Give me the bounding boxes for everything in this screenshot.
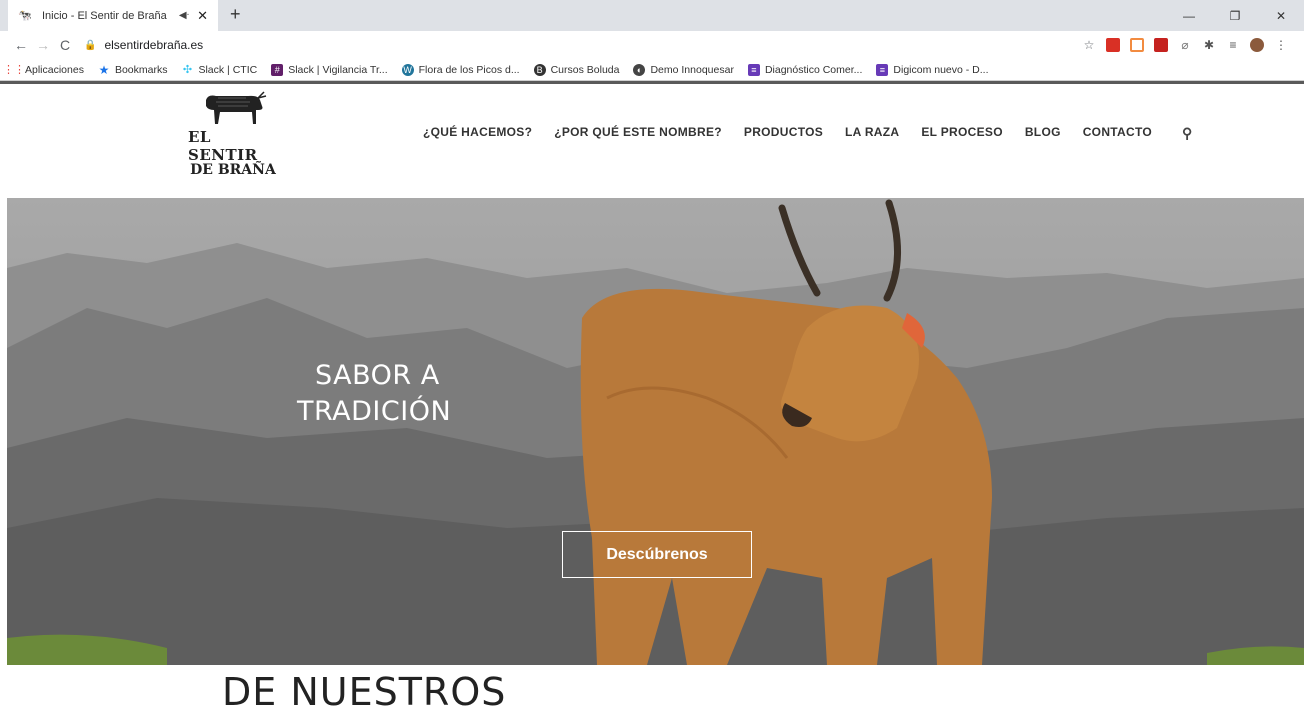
bookmark-flora[interactable]: W Flora de los Picos d... [401, 63, 520, 76]
nav-el-proceso[interactable]: EL PROCESO [921, 125, 1002, 142]
slack-icon: ✣ [182, 64, 193, 76]
bookmark-diagnostico[interactable]: ≡ Diagnóstico Comer... [747, 63, 862, 76]
lock-icon: 🔒 [84, 39, 97, 51]
wordpress-icon: W [401, 63, 414, 76]
window-controls: — ❐ ✕ [1166, 0, 1304, 31]
new-tab-button[interactable]: + [230, 4, 241, 25]
extension-tag-icon[interactable]: ⌀ [1178, 38, 1192, 52]
logo-text-line2: DE BRAÑA [190, 162, 276, 178]
reading-list-icon[interactable]: ≡ [1226, 38, 1240, 52]
back-button[interactable]: ← [10, 37, 32, 53]
search-icon[interactable]: ⚲ [1182, 125, 1193, 142]
star-icon: ★ [98, 62, 110, 77]
logo-text-line1: EL SENTIR [188, 128, 258, 164]
slack-icon: # [271, 63, 284, 76]
forms-icon: ≡ [747, 63, 760, 76]
close-window-button[interactable]: ✕ [1258, 0, 1304, 31]
maximize-button[interactable]: ❐ [1212, 0, 1258, 31]
globe-icon: ◐ [633, 63, 646, 76]
extensions-puzzle-icon[interactable]: ✱ [1202, 38, 1216, 52]
bookmarks-bar: ⋮⋮ Aplicaciones ★ Bookmarks ✣ Slack | CTIC … [0, 59, 1304, 81]
hero-title-line2: TRADICIÓN [297, 396, 452, 427]
browser-toolbar: ← → C 🔒 elsentirdebraña.es ☆ ⌀ ✱ ≡ ⋮ [0, 31, 1304, 59]
main-navigation: ¿QUÉ HACEMOS? ¿POR QUÉ ESTE NOMBRE? PROD… [423, 125, 1193, 142]
bookmark-slack-vigilancia[interactable]: # Slack | Vigilancia Tr... [271, 63, 388, 76]
forms-icon: ≡ [876, 63, 889, 76]
browser-menu-icon[interactable]: ⋮ [1274, 38, 1288, 52]
profile-avatar[interactable] [1250, 38, 1264, 52]
address-bar[interactable]: 🔒 elsentirdebraña.es [84, 33, 1082, 57]
hero-banner: SABOR A TRADICIÓN Descúbrenos [7, 198, 1304, 665]
b-icon: B [533, 63, 546, 76]
nav-por-que-este-nombre[interactable]: ¿POR QUÉ ESTE NOMBRE? [554, 125, 722, 142]
hero-title-line1: SABOR A [315, 360, 440, 391]
section-heading: DE NUESTROS [222, 670, 507, 714]
url-text: elsentirdebraña.es [104, 38, 204, 52]
site-logo[interactable]: EL SENTIR DE BRAÑA [188, 90, 278, 178]
nav-la-raza[interactable]: LA RAZA [845, 125, 899, 142]
forward-button[interactable]: → [32, 37, 54, 53]
hero-title: SABOR A TRADICIÓN [297, 358, 451, 430]
nav-productos[interactable]: PRODUCTOS [744, 125, 823, 142]
site-header: EL SENTIR DE BRAÑA ¿QUÉ HACEMOS? ¿POR QU… [0, 84, 1304, 188]
apps-grid-icon: ⋮⋮ [3, 64, 25, 76]
nav-blog[interactable]: BLOG [1025, 125, 1061, 142]
cow-logo-icon [206, 91, 267, 124]
bookmark-apps[interactable]: ⋮⋮ Aplicaciones [3, 64, 84, 77]
nav-que-hacemos[interactable]: ¿QUÉ HACEMOS? [423, 125, 532, 142]
bookmark-slack-ctic[interactable]: ✣ Slack | CTIC [181, 64, 257, 77]
extensions-area: ☆ ⌀ ✱ ≡ ⋮ [1082, 38, 1288, 52]
browser-tab-active[interactable]: 🐄 Inicio - El Sentir de Braña ◀ᐧ ✕ [8, 0, 218, 31]
bookmark-cursos-boluda[interactable]: B Cursos Boluda [533, 63, 619, 76]
extension-pdf-icon[interactable] [1154, 38, 1168, 52]
reload-button[interactable]: C [54, 37, 76, 53]
nav-contacto[interactable]: CONTACTO [1083, 125, 1152, 142]
hero-background-image [7, 198, 1304, 665]
site-favicon-icon: 🐄 [18, 10, 32, 22]
extension-orange-icon[interactable] [1130, 38, 1144, 52]
minimize-button[interactable]: — [1166, 0, 1212, 31]
bookmark-digicom[interactable]: ≡ Digicom nuevo - D... [876, 63, 989, 76]
tab-audio-icon[interactable]: ◀ᐧ [179, 10, 189, 21]
bookmark-star-icon[interactable]: ☆ [1082, 38, 1096, 52]
tab-title: Inicio - El Sentir de Braña [42, 9, 167, 22]
browser-tab-strip: 🐄 Inicio - El Sentir de Braña ◀ᐧ ✕ + — ❐… [0, 0, 1304, 31]
bookmark-demo-innoquesar[interactable]: ◐ Demo Innoquesar [633, 63, 734, 76]
tab-close-icon[interactable]: ✕ [197, 8, 208, 24]
discover-button[interactable]: Descúbrenos [562, 531, 752, 578]
bookmark-bookmarks[interactable]: ★ Bookmarks [98, 62, 168, 77]
extension-red-icon[interactable] [1106, 38, 1120, 52]
